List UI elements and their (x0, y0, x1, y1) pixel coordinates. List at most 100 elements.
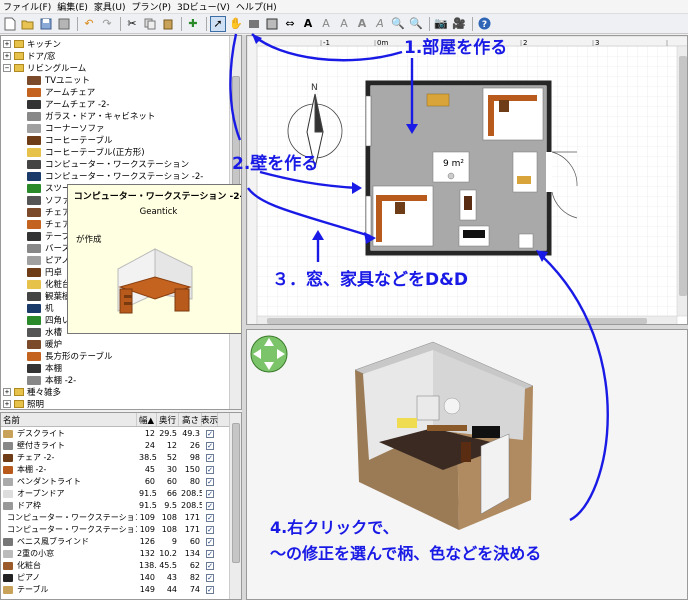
undo-icon[interactable]: ↶ (81, 16, 97, 32)
tree-furniture-item[interactable]: 四角い (27, 314, 71, 326)
table-row[interactable]: コンピューター・ワークステーション -...109 108 171 ✓ (1, 512, 231, 523)
tree-category[interactable]: + 種々雑多 (3, 386, 61, 398)
table-row[interactable]: ベニス風ブラインド 126 9 60 ✓ (1, 536, 231, 547)
table-row[interactable]: 壁付きライト 24 12 26 ✓ (1, 440, 231, 451)
tree-furniture-item[interactable]: アームチェア -2- (27, 98, 109, 110)
table-row[interactable]: ペンダントライト 60 60 80 ✓ (1, 476, 231, 487)
text-italic-icon[interactable]: A (372, 16, 388, 32)
table-row[interactable]: 化粧台 138.545.5 62 ✓ (1, 560, 231, 571)
visible-checkbox[interactable]: ✓ (206, 429, 214, 438)
expander-icon[interactable]: + (3, 400, 11, 408)
visible-checkbox[interactable]: ✓ (206, 477, 214, 486)
col-width-header[interactable]: 幅▲ (137, 413, 157, 426)
copy-icon[interactable] (142, 16, 158, 32)
expander-icon[interactable]: + (3, 52, 11, 60)
menu-furniture[interactable]: 家具(U) (91, 0, 129, 13)
menu-file[interactable]: ファイル(F) (0, 0, 54, 13)
text-bigger-icon[interactable]: A (318, 16, 334, 32)
table-scrollbar[interactable] (229, 413, 241, 599)
table-row[interactable]: テーブル 149 44 74 ✓ (1, 584, 231, 595)
tree-furniture-item[interactable]: 円卓 (27, 266, 62, 278)
visible-checkbox[interactable]: ✓ (206, 561, 214, 570)
paste-icon[interactable] (160, 16, 176, 32)
visible-checkbox[interactable]: ✓ (206, 549, 214, 558)
table-row[interactable]: 本棚 -2- 45 30 150 ✓ (1, 464, 231, 475)
select-arrow-icon[interactable]: ➚ (210, 15, 226, 32)
create-dimensions-icon[interactable]: ⇔ (282, 16, 298, 32)
table-row[interactable]: コンピューター・ワークステーション 109 108 171 ✓ (1, 524, 231, 535)
cut-icon[interactable]: ✂ (124, 16, 140, 32)
text-bold-icon[interactable]: A (354, 16, 370, 32)
tree-furniture-item[interactable]: コーヒーテーブル(正方形) (27, 146, 145, 158)
text-smaller-icon[interactable]: A (336, 16, 352, 32)
help-icon[interactable]: ? (476, 16, 492, 32)
tree-category[interactable]: − リビングルーム (3, 62, 86, 74)
menu-plan[interactable]: プラン(P) (129, 0, 174, 13)
create-rooms-icon[interactable] (264, 16, 280, 32)
zoom-out-icon[interactable]: 🔍 (408, 16, 424, 32)
furniture-list-table[interactable]: 名前 幅▲ 奥行 高さ 表示 デスクライト 12 29.5 49.3 ✓ 壁付きライト 24… (0, 412, 242, 600)
visible-checkbox[interactable]: ✓ (206, 441, 214, 450)
expander-icon[interactable]: + (3, 40, 11, 48)
visible-checkbox[interactable]: ✓ (206, 501, 214, 510)
col-height-header[interactable]: 高さ (179, 413, 202, 426)
table-row[interactable]: ドア枠 91.5 9.5 208.5 ✓ (1, 500, 231, 511)
save-as-icon[interactable] (56, 16, 72, 32)
visible-checkbox[interactable]: ✓ (206, 489, 214, 498)
tree-furniture-item[interactable]: 観葉植 (27, 290, 71, 302)
col-name-header[interactable]: 名前 (1, 413, 137, 426)
tree-furniture-item[interactable]: 机 (27, 302, 54, 314)
table-row[interactable]: デスクライト 12 29.5 49.3 ✓ (1, 428, 231, 439)
tree-category[interactable]: + 照明 (3, 398, 44, 409)
tree-furniture-item[interactable]: ガラス・ドア・キャビネット (27, 110, 155, 122)
visible-checkbox[interactable]: ✓ (206, 573, 214, 582)
tree-furniture-item[interactable]: チェア (27, 206, 71, 218)
col-depth-header[interactable]: 奥行 (157, 413, 179, 426)
redo-icon[interactable]: ↷ (99, 16, 115, 32)
table-row[interactable]: 2重の小窓 132 10.2 134 ✓ (1, 548, 231, 559)
tree-furniture-item[interactable]: コーナーソファ (27, 122, 105, 134)
tree-furniture-item[interactable]: 水槽 (27, 326, 62, 338)
visible-checkbox[interactable]: ✓ (206, 525, 214, 534)
tree-furniture-item[interactable]: 本棚 (27, 362, 62, 374)
add-text-icon[interactable]: A (300, 16, 316, 32)
table-row[interactable]: チェア -2- 38.5 52 98 ✓ (1, 452, 231, 463)
create-walls-icon[interactable] (246, 16, 262, 32)
tree-furniture-item[interactable]: コンピューター・ワークステーション (27, 158, 189, 170)
save-icon[interactable] (38, 16, 54, 32)
tree-furniture-item[interactable]: アームチェア (27, 86, 95, 98)
photo-icon[interactable]: 📷 (433, 16, 449, 32)
visible-checkbox[interactable]: ✓ (206, 537, 214, 546)
visible-checkbox[interactable]: ✓ (206, 465, 214, 474)
table-row[interactable]: オープンドア 91.5 66 208.5 ✓ (1, 488, 231, 499)
visible-checkbox[interactable]: ✓ (206, 453, 214, 462)
col-visible-header[interactable]: 表示 (201, 413, 218, 426)
pan-hand-icon[interactable]: ✋ (228, 16, 244, 32)
tree-furniture-item[interactable]: ソファ (27, 194, 71, 206)
new-file-icon[interactable] (2, 16, 18, 32)
add-furniture-icon[interactable]: ✚ (185, 16, 201, 32)
menu-edit[interactable]: 編集(E) (54, 0, 91, 13)
menu-3dview[interactable]: 3Dビュー(V) (174, 0, 233, 13)
tree-furniture-item[interactable]: 長方形のテーブル (27, 350, 113, 362)
zoom-in-icon[interactable]: 🔍 (390, 16, 406, 32)
visible-checkbox[interactable]: ✓ (206, 585, 214, 594)
tree-furniture-item[interactable]: コーヒーテーブル (27, 134, 113, 146)
tree-furniture-item[interactable]: 暖炉 (27, 338, 62, 350)
video-icon[interactable]: 🎥 (451, 16, 467, 32)
menu-help[interactable]: ヘルプ(H) (233, 0, 280, 13)
expander-icon[interactable]: − (3, 64, 11, 72)
tree-furniture-item[interactable]: 化粧台 (27, 278, 71, 290)
tree-category[interactable]: + キッチン (3, 38, 61, 50)
open-folder-icon[interactable] (20, 16, 36, 32)
tree-category[interactable]: + ドア/窓 (3, 50, 55, 62)
tree-furniture-item[interactable]: コンピューター・ワークステーション -2- (27, 170, 203, 182)
tree-furniture-item[interactable]: ピアノ (27, 254, 70, 266)
furniture-catalog-tree[interactable]: + キッチン + ドア/窓 − リビングルーム TVユニット アームチェア アームチェア -2-… (0, 35, 242, 410)
expander-icon[interactable]: + (3, 388, 11, 396)
table-row[interactable]: ピアノ 140 43 82 ✓ (1, 572, 231, 583)
tree-furniture-item[interactable]: チェア (27, 218, 71, 230)
tree-furniture-item[interactable]: TVユニット (27, 74, 90, 86)
visible-checkbox[interactable]: ✓ (206, 513, 214, 522)
tree-furniture-item[interactable]: 本棚 -2- (27, 374, 76, 386)
